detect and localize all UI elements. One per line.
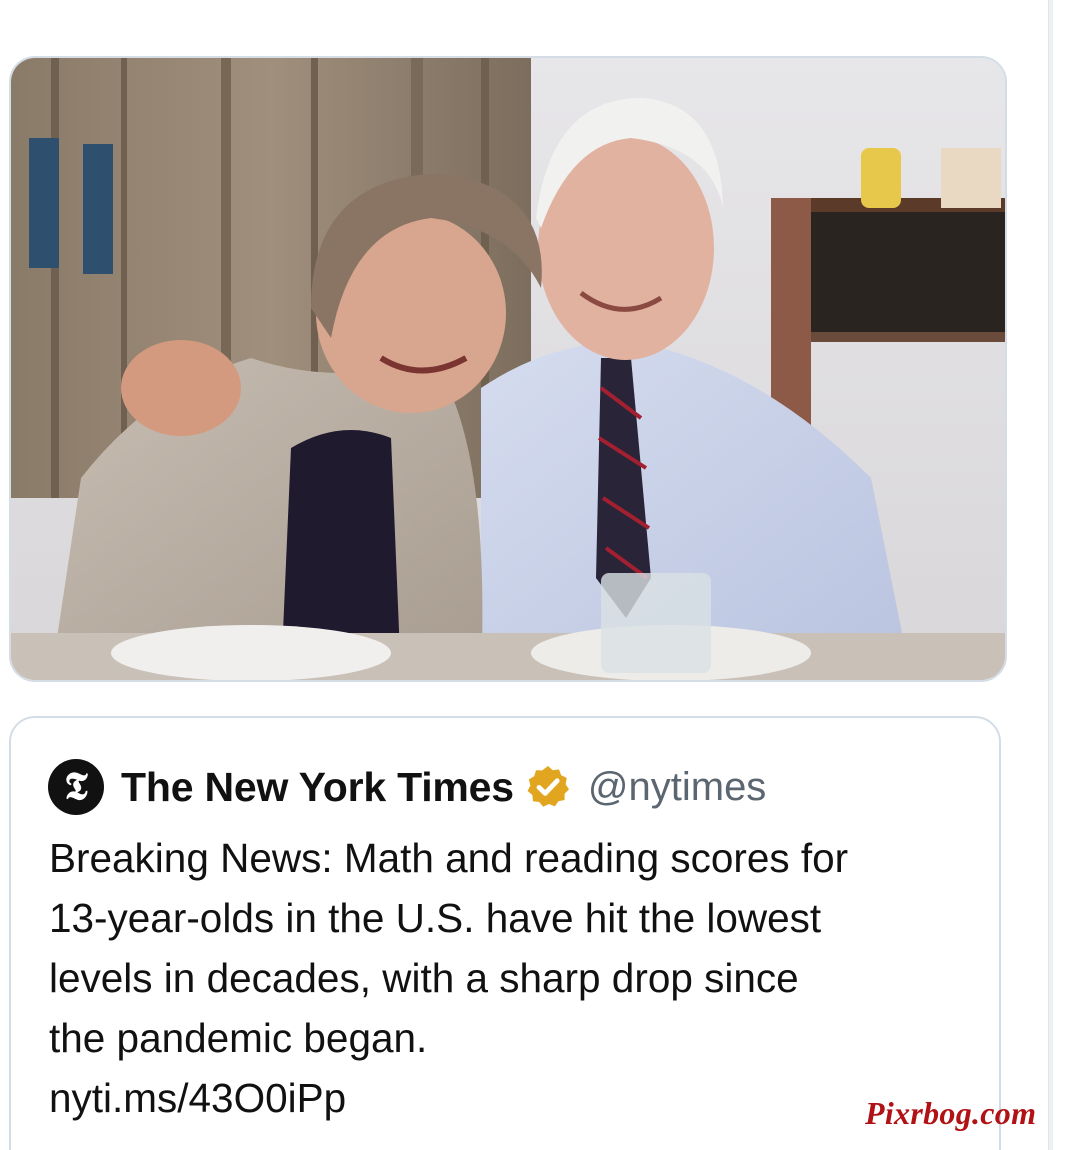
quoted-tweet-link[interactable]: nyti.ms/43O0iPp [49, 1068, 346, 1128]
nyt-avatar[interactable]: 𝕿 [48, 759, 104, 815]
scrollbar-track[interactable] [1048, 0, 1053, 1150]
author-handle[interactable]: @nytimes [588, 765, 766, 810]
watermark: Pixrbog.com [865, 1095, 1037, 1131]
author-display-name[interactable]: The New York Times [121, 764, 514, 811]
quoted-tweet-card[interactable]: 𝕿 The New York Times @nytimes Breaking N… [9, 716, 1001, 1150]
quoted-tweet-text: Breaking News: Math and reading scores f… [49, 835, 849, 1061]
tweet-screenshot: 𝕿 The New York Times @nytimes Breaking N… [0, 0, 1068, 1150]
photo-illustration [11, 58, 1005, 680]
tweet-photo[interactable] [9, 56, 1007, 682]
quoted-tweet-author[interactable]: 𝕿 The New York Times @nytimes [48, 759, 766, 815]
verified-badge-icon [527, 766, 569, 807]
nyt-logo-icon: 𝕿 [64, 763, 88, 808]
